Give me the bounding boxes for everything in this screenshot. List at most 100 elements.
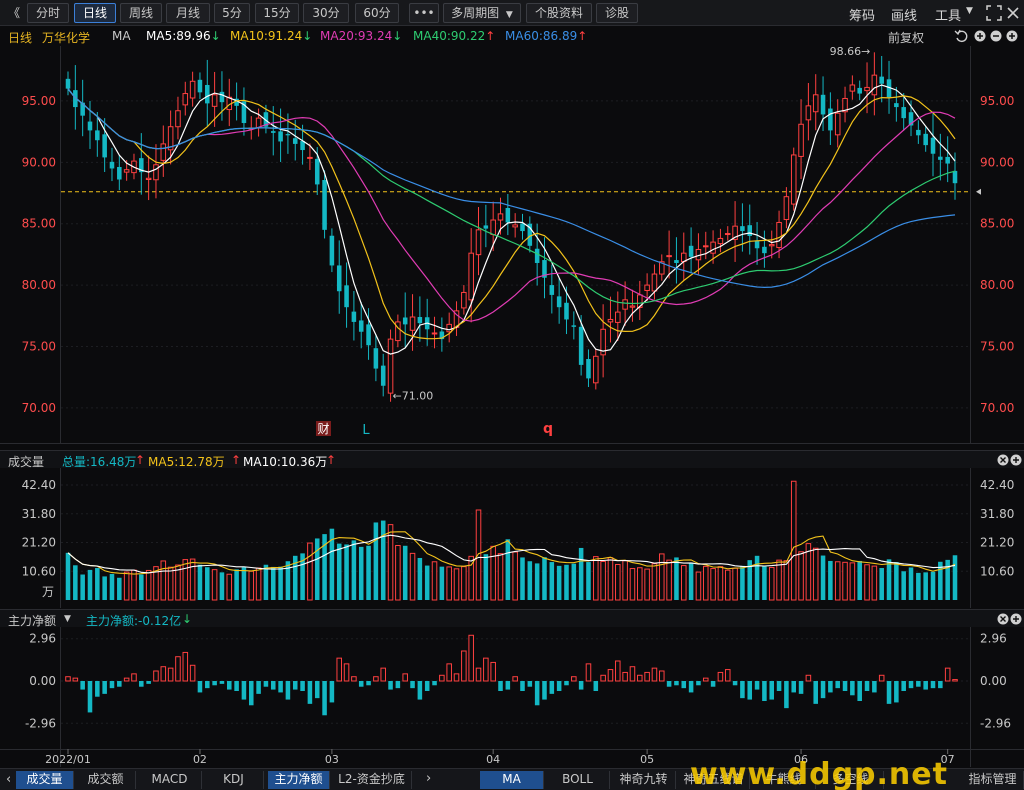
flow-bar[interactable] [373, 676, 379, 682]
flow-bar[interactable] [564, 681, 569, 686]
flow-bar[interactable] [241, 681, 247, 700]
candlestick[interactable] [790, 147, 797, 211]
flow-bar[interactable] [534, 681, 540, 706]
close-icon[interactable] [997, 454, 1009, 466]
volume-bar[interactable] [278, 566, 283, 600]
volume-bar[interactable] [409, 552, 416, 601]
volume-bar[interactable] [373, 522, 379, 600]
flow-bar[interactable] [850, 681, 855, 696]
volume-bar[interactable] [366, 545, 371, 600]
volume-bar[interactable] [659, 553, 665, 601]
flow-bar[interactable] [358, 681, 364, 687]
flow-bar[interactable] [366, 681, 371, 686]
flow-bar[interactable] [724, 669, 731, 682]
volume-chart[interactable]: 42.40 42.40 31.80 31.80 21.20 21.20 10.60 10.60… [0, 468, 1024, 608]
flow-bar[interactable] [754, 681, 760, 690]
volume-bar[interactable] [952, 555, 958, 600]
flow-bar[interactable] [732, 681, 738, 686]
volume-bar[interactable] [520, 557, 525, 600]
volume-bar[interactable] [724, 569, 731, 601]
flow-bar[interactable] [160, 666, 167, 682]
volume-bar[interactable] [666, 559, 672, 601]
flow-bar[interactable] [483, 657, 489, 682]
flow-bar[interactable] [666, 681, 672, 687]
volume-bar[interactable] [197, 564, 203, 600]
volume-bar[interactable] [226, 573, 233, 601]
volume-bar[interactable] [380, 520, 386, 600]
volume-bar[interactable] [87, 569, 93, 600]
flow-bar[interactable] [659, 670, 665, 682]
event-q-marker[interactable]: q [543, 421, 553, 437]
flow-bar[interactable] [146, 681, 151, 684]
flow-bar[interactable] [805, 674, 812, 682]
volume-bar[interactable] [783, 560, 790, 601]
volume-bar[interactable] [549, 562, 555, 600]
flow-bar[interactable] [717, 671, 724, 682]
volume-bar[interactable] [219, 572, 225, 600]
flow-bar[interactable] [585, 663, 592, 682]
close-icon[interactable] [1006, 6, 1020, 20]
subchart-tab[interactable]: 成交额 [76, 771, 136, 789]
volume-bar[interactable] [564, 564, 569, 600]
volume-bar[interactable] [864, 564, 870, 601]
chevron-right-icon[interactable]: › [426, 771, 431, 786]
volume-bar[interactable] [894, 562, 899, 600]
flow-bar[interactable] [475, 667, 482, 682]
flow-bar[interactable] [842, 681, 848, 691]
flow-bar[interactable] [300, 681, 305, 691]
flow-bar[interactable] [453, 673, 460, 682]
flow-bar[interactable] [395, 681, 401, 689]
chevron-down-icon[interactable]: ▼ [64, 614, 71, 624]
volume-bar[interactable] [820, 555, 826, 600]
volume-bar[interactable] [80, 574, 85, 600]
flow-bar[interactable] [762, 681, 767, 701]
flow-bar[interactable] [278, 681, 283, 693]
flow-bar[interactable] [578, 681, 584, 690]
volume-bar[interactable] [586, 562, 591, 600]
volume-bar[interactable] [234, 569, 239, 600]
volume-bar[interactable] [241, 567, 247, 600]
flow-bar[interactable] [644, 671, 650, 682]
flow-bar[interactable] [292, 681, 298, 690]
flow-bar[interactable] [351, 676, 357, 682]
flow-bar[interactable] [674, 681, 679, 686]
flow-bar[interactable] [798, 681, 804, 694]
flow-bar[interactable] [930, 681, 936, 689]
volume-bar[interactable] [534, 563, 540, 600]
flow-bar[interactable] [123, 677, 130, 682]
volume-bar[interactable] [637, 567, 643, 601]
flow-bar[interactable] [432, 681, 437, 686]
volume-bar[interactable] [255, 567, 262, 601]
flow-bar[interactable] [512, 676, 518, 682]
flow-bar[interactable] [285, 681, 291, 700]
event-l-marker[interactable]: L [362, 423, 370, 438]
flow-bar[interactable] [637, 674, 643, 682]
chevron-left-icon[interactable]: ‹ [6, 772, 11, 787]
volume-bar[interactable] [475, 509, 482, 601]
volume-bar[interactable] [211, 569, 218, 601]
period-button[interactable]: 月线 [166, 3, 210, 23]
volume-bar[interactable] [542, 557, 547, 600]
flow-bar[interactable] [872, 681, 877, 693]
volume-bar[interactable] [622, 560, 628, 601]
flow-bar[interactable] [542, 681, 547, 700]
volume-bar[interactable] [571, 563, 577, 600]
volume-bar[interactable] [834, 561, 841, 601]
flow-bar[interactable] [102, 681, 107, 694]
flow-bar[interactable] [189, 664, 196, 682]
chips-button[interactable]: 筹码 [849, 5, 875, 24]
volume-bar[interactable] [285, 561, 291, 600]
flow-bar[interactable] [234, 681, 239, 691]
volume-bar[interactable] [453, 568, 460, 601]
volume-bar[interactable] [527, 561, 533, 600]
volume-bar[interactable] [754, 555, 760, 600]
volume-bar[interactable] [717, 566, 724, 601]
volume-bar[interactable] [439, 566, 445, 600]
volume-bar[interactable] [483, 554, 489, 600]
flow-bar[interactable] [835, 681, 840, 689]
flow-bar[interactable] [461, 650, 467, 682]
volume-bar[interactable] [768, 566, 775, 601]
back-icon[interactable]: 《 [8, 4, 20, 21]
flow-bar[interactable] [681, 681, 687, 689]
volume-bar[interactable] [73, 565, 78, 600]
